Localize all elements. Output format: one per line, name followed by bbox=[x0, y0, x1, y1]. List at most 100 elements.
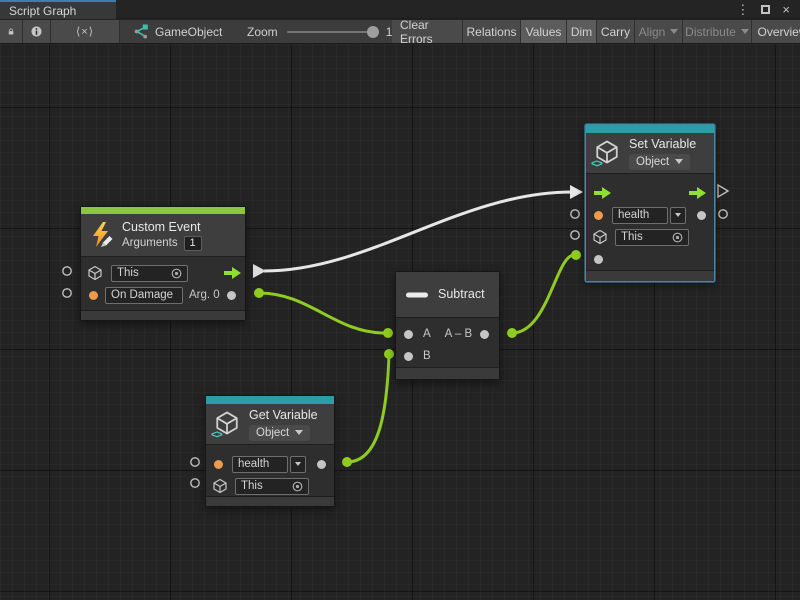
maximize-icon[interactable] bbox=[761, 5, 770, 14]
toolbar-left-group: ⟨×⟩ bbox=[0, 20, 120, 43]
wire-trigger[interactable] bbox=[264, 192, 572, 271]
node-footer bbox=[206, 496, 334, 506]
ext-port-circle[interactable] bbox=[63, 267, 71, 275]
flow-out-port[interactable] bbox=[689, 187, 706, 199]
ext-port-circle[interactable] bbox=[571, 210, 579, 218]
variable-scope-dropdown[interactable]: Object bbox=[249, 425, 310, 441]
input-b-port[interactable] bbox=[404, 352, 413, 361]
custom-event-icon bbox=[89, 222, 115, 248]
wire-endpoint bbox=[254, 288, 264, 298]
node-title: Subtract bbox=[438, 287, 485, 302]
wire-arg0-to-a[interactable] bbox=[259, 293, 385, 333]
variable-accent-bar bbox=[586, 125, 714, 133]
ext-port-circle[interactable] bbox=[191, 458, 199, 466]
arguments-label: Arguments bbox=[122, 237, 178, 249]
node-get-variable[interactable]: <> Get Variable Object health bbox=[205, 395, 335, 507]
tab-bar: Script Graph ⋮ × bbox=[0, 0, 800, 19]
graph-context[interactable]: GameObject bbox=[132, 20, 222, 43]
event-accent-bar bbox=[81, 207, 245, 214]
result-out-port[interactable] bbox=[480, 330, 489, 339]
target-picker-icon[interactable] bbox=[672, 232, 683, 243]
ext-trigger-triangle[interactable] bbox=[718, 185, 728, 197]
node-footer bbox=[81, 310, 245, 320]
values-toggle[interactable]: Values bbox=[521, 20, 567, 43]
relations-toggle[interactable]: Relations bbox=[463, 20, 521, 43]
ext-port-circle[interactable] bbox=[63, 289, 71, 297]
close-icon[interactable]: × bbox=[782, 3, 790, 16]
cube-icon bbox=[87, 265, 103, 281]
node-subtract[interactable]: Subtract A A – B B bbox=[395, 271, 500, 380]
lock-icon bbox=[8, 25, 14, 38]
variable-accent-bar bbox=[206, 396, 334, 404]
wire-endpoint bbox=[507, 328, 517, 338]
clear-errors-button[interactable]: Clear Errors bbox=[392, 20, 463, 43]
distribute-dropdown[interactable]: Distribute bbox=[683, 20, 752, 43]
wire-endpoint bbox=[383, 328, 393, 338]
dim-toggle[interactable]: Dim bbox=[567, 20, 597, 43]
graph-context-icon bbox=[132, 24, 148, 39]
variable-name-dropdown[interactable] bbox=[670, 207, 686, 224]
chevron-down-icon bbox=[675, 159, 683, 164]
edit-graph-button[interactable]: ⟨×⟩ bbox=[51, 20, 120, 43]
input-a-port[interactable] bbox=[404, 330, 413, 339]
event-port[interactable] bbox=[89, 291, 98, 300]
flow-out-port[interactable] bbox=[224, 267, 241, 279]
variable-name-field[interactable]: health bbox=[612, 207, 668, 224]
graph-toolbar: ⟨×⟩ GameObject Zoom 1x Clear Errors Rela… bbox=[0, 20, 800, 44]
variable-scope-dropdown[interactable]: Object bbox=[629, 154, 690, 170]
overview-button[interactable]: Overview bbox=[752, 20, 800, 43]
ext-port-circle[interactable] bbox=[719, 210, 727, 218]
variable-name-dropdown[interactable] bbox=[290, 456, 306, 473]
zoom-label: Zoom bbox=[247, 25, 278, 39]
node-footer bbox=[396, 367, 499, 379]
window-controls: ⋮ × bbox=[736, 0, 800, 18]
variable-name-field[interactable]: health bbox=[232, 456, 288, 473]
ext-port-circle[interactable] bbox=[571, 231, 579, 239]
carry-toggle[interactable]: Carry bbox=[597, 20, 635, 43]
target-picker-icon[interactable] bbox=[171, 268, 182, 279]
graph-canvas[interactable]: Custom Event Arguments 1 This bbox=[0, 44, 800, 600]
variable-cube-icon: <> bbox=[214, 410, 242, 438]
node-title: Get Variable bbox=[249, 408, 318, 423]
code-brackets-icon: <> bbox=[591, 158, 602, 170]
input-a-label: A bbox=[423, 328, 431, 340]
chevron-down-icon bbox=[295, 462, 301, 466]
align-dropdown[interactable]: Align bbox=[635, 20, 683, 43]
lock-button[interactable] bbox=[0, 20, 23, 43]
chevron-down-icon bbox=[675, 213, 681, 217]
value-in-port[interactable] bbox=[594, 255, 603, 264]
wire-result-to-value[interactable] bbox=[512, 255, 574, 333]
tab-title: Script Graph bbox=[9, 4, 76, 18]
zoom-slider-handle[interactable] bbox=[367, 26, 379, 38]
value-out-port[interactable] bbox=[697, 211, 706, 220]
node-set-variable[interactable]: <> Set Variable Object bbox=[585, 124, 715, 282]
info-icon bbox=[31, 25, 42, 38]
zoom-control: Zoom 1x bbox=[247, 20, 398, 43]
info-button[interactable] bbox=[23, 20, 51, 43]
zoom-slider[interactable] bbox=[287, 31, 377, 33]
target-picker-icon[interactable] bbox=[292, 481, 303, 492]
node-title: Set Variable bbox=[629, 137, 696, 152]
target-field[interactable]: This bbox=[615, 229, 689, 246]
variable-name-port[interactable] bbox=[214, 460, 223, 469]
variable-name-port[interactable] bbox=[594, 211, 603, 220]
arguments-input[interactable]: 1 bbox=[184, 236, 202, 251]
arg0-out-port[interactable] bbox=[227, 291, 236, 300]
event-name-field[interactable]: On Damage bbox=[105, 287, 183, 304]
node-footer bbox=[586, 270, 714, 281]
target-field[interactable]: This bbox=[235, 478, 309, 495]
node-title: Custom Event bbox=[122, 220, 202, 235]
value-out-port[interactable] bbox=[317, 460, 326, 469]
tab-script-graph[interactable]: Script Graph bbox=[0, 0, 116, 19]
arg0-label: Arg. 0 bbox=[189, 289, 220, 301]
target-field[interactable]: This bbox=[111, 265, 188, 282]
node-custom-event[interactable]: Custom Event Arguments 1 This bbox=[80, 206, 246, 321]
kebab-menu-icon[interactable]: ⋮ bbox=[736, 3, 749, 16]
wire-health-to-b[interactable] bbox=[347, 355, 389, 462]
wire-arrowhead-icon bbox=[570, 185, 583, 199]
trigger-out-port[interactable] bbox=[253, 264, 266, 278]
ext-port-circle[interactable] bbox=[191, 479, 199, 487]
code-icon: ⟨×⟩ bbox=[76, 25, 94, 38]
output-label: A – B bbox=[445, 328, 473, 340]
flow-in-port[interactable] bbox=[594, 187, 611, 199]
